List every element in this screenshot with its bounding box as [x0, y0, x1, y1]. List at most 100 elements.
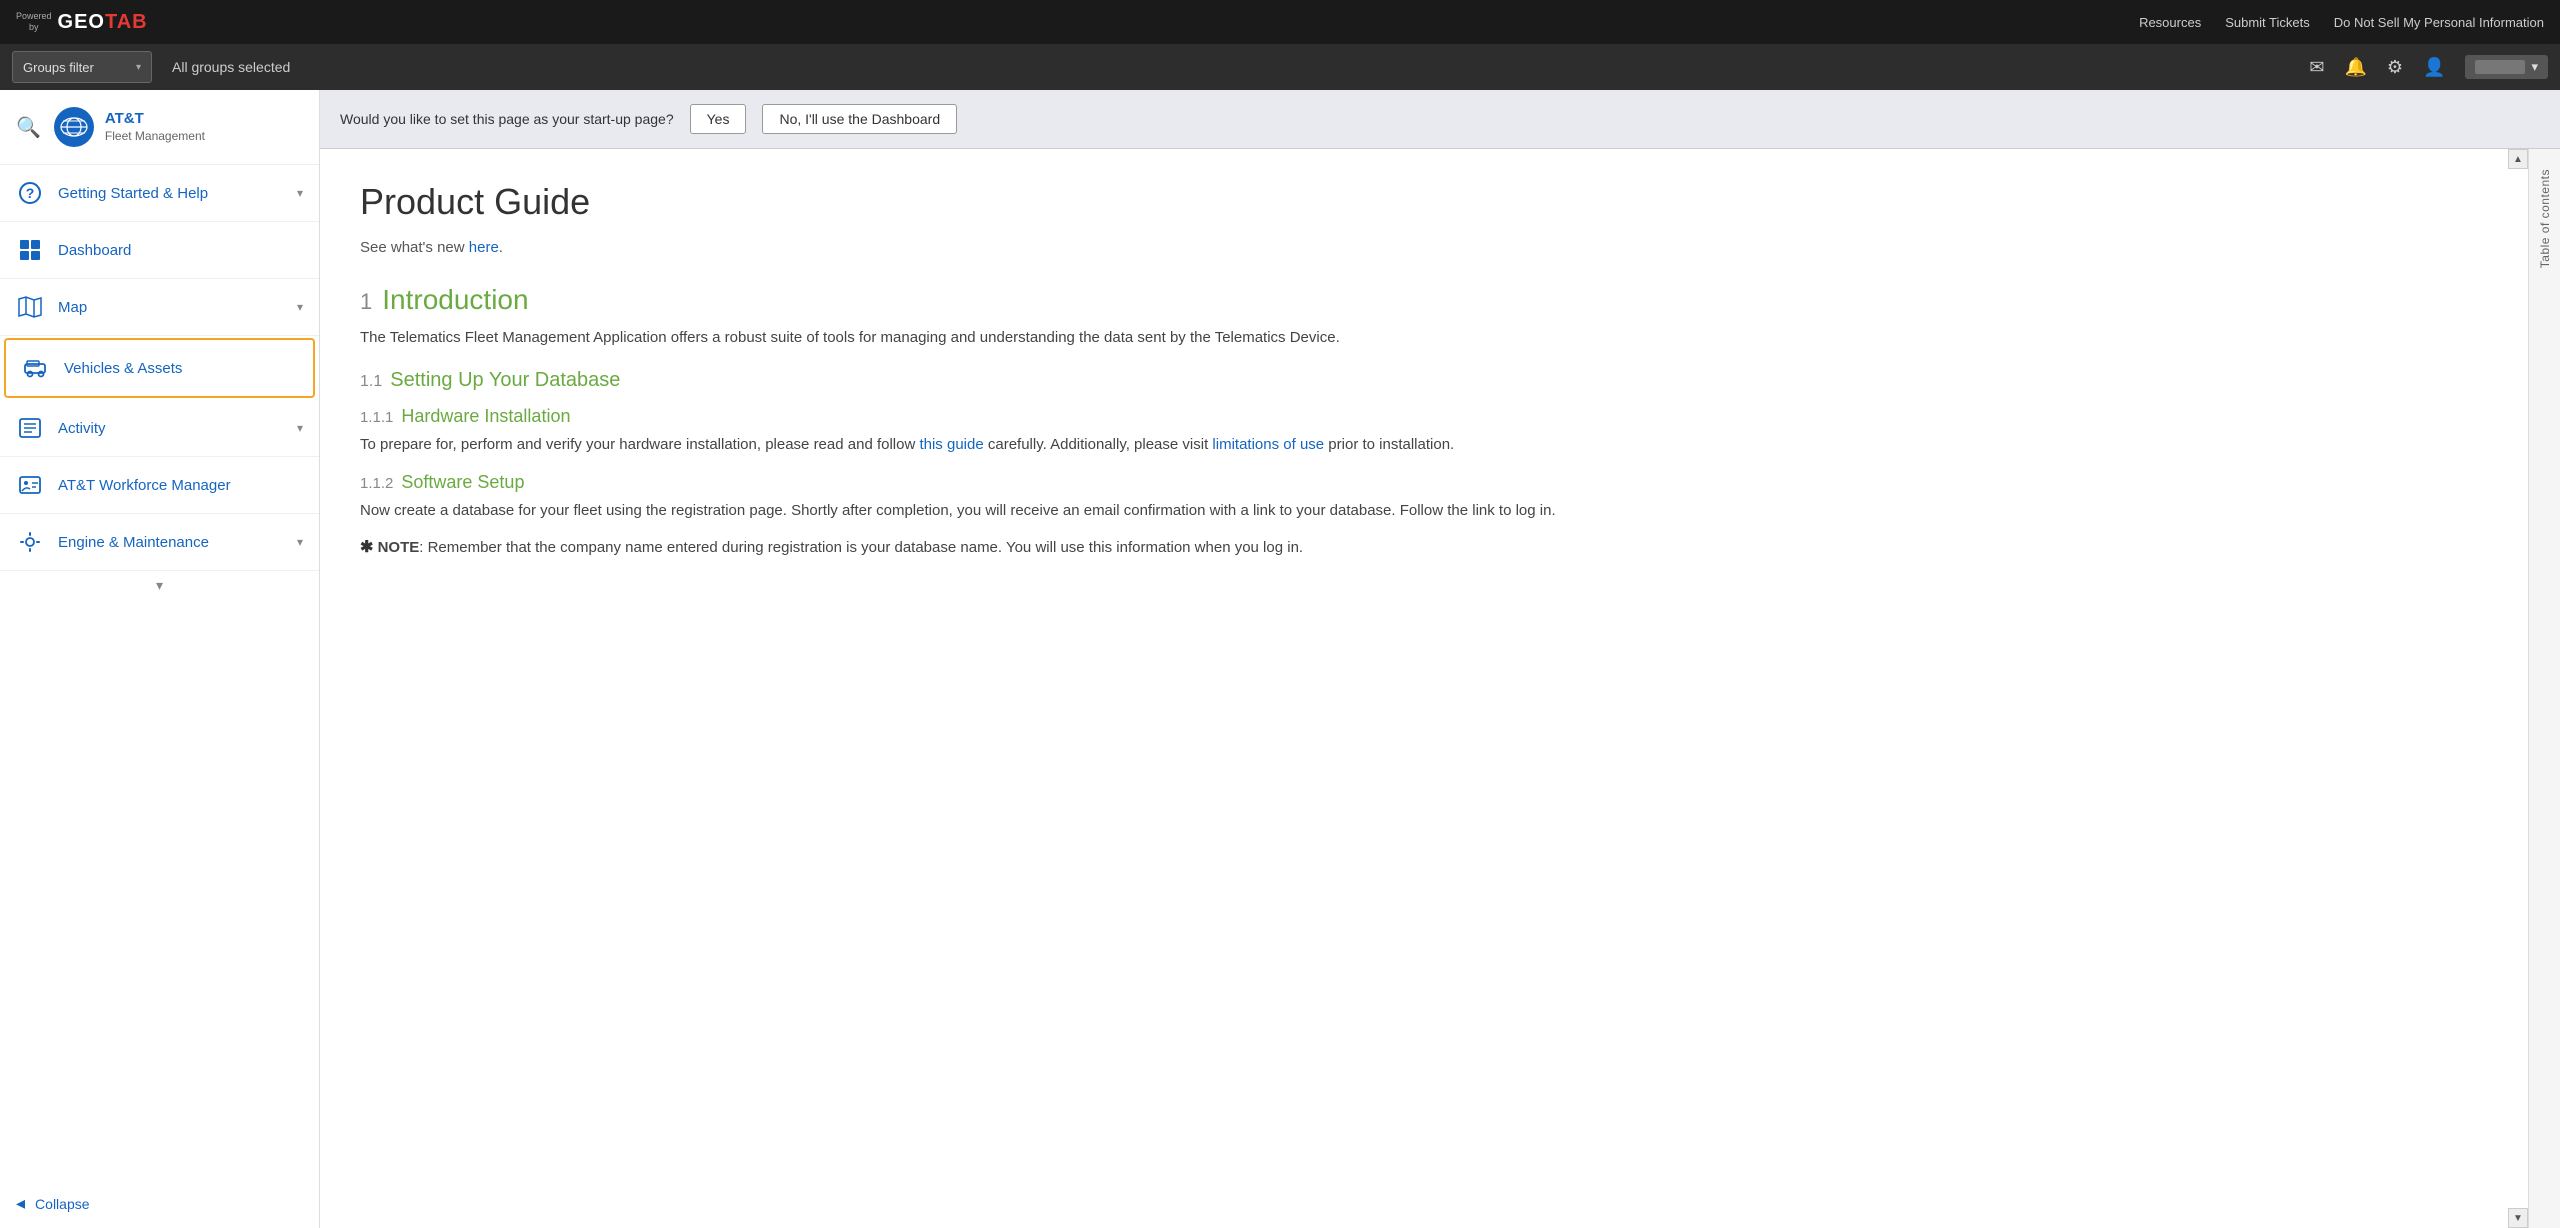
doc-note: ✱ NOTE: Remember that the company name e…	[360, 535, 2488, 561]
svg-text:?: ?	[26, 185, 35, 201]
user-dropdown-arrow: ▾	[2531, 59, 2538, 75]
sub-subsection-1-1-1-heading: 1.1.1 Hardware Installation	[360, 406, 2488, 427]
att-workforce-label: AT&T Workforce Manager	[58, 477, 303, 494]
sidebar-item-activity[interactable]: Activity ▾	[0, 400, 319, 457]
search-button[interactable]: 🔍	[16, 115, 41, 140]
toc-sidebar[interactable]: Table of contents	[2528, 149, 2560, 1228]
vehicles-assets-icon	[22, 354, 50, 382]
doc-scroll-down[interactable]: ▼	[2508, 1208, 2528, 1228]
getting-started-icon: ?	[16, 179, 44, 207]
sidebar-scroll-down[interactable]: ▾	[0, 571, 319, 600]
doc-subtitle: See what's new here.	[360, 239, 2488, 256]
doc-scroll-up[interactable]: ▲	[2508, 149, 2528, 169]
groups-filter-label: Groups filter	[23, 60, 94, 75]
logo-area: Powered by GEOTAB	[16, 11, 148, 34]
subsection-1-1-heading: 1.1 Setting Up Your Database	[360, 369, 2488, 392]
note-star: ✱	[360, 539, 373, 556]
startup-banner: Would you like to set this page as your …	[320, 90, 2560, 149]
doc-content: Product Guide See what's new here. 1 Int…	[320, 149, 2528, 1228]
sub-subsection-1-1-2-num: 1.1.2	[360, 475, 393, 492]
section-1-body: The Telematics Fleet Management Applicat…	[360, 326, 2488, 351]
map-chevron: ▾	[297, 300, 303, 314]
activity-icon	[16, 414, 44, 442]
sidebar-item-att-workforce[interactable]: AT&T Workforce Manager	[0, 457, 319, 514]
sidebar: 🔍 AT&T Fleet Management	[0, 90, 320, 1228]
sidebar-item-map[interactable]: Map ▾	[0, 279, 319, 336]
engine-maintenance-label: Engine & Maintenance	[58, 534, 283, 551]
logo-wordmark: GEOTAB	[58, 11, 148, 34]
geotab-logo: Powered by GEOTAB	[16, 11, 148, 34]
yes-button[interactable]: Yes	[690, 104, 747, 134]
activity-chevron: ▾	[297, 421, 303, 435]
section-1-num: 1	[360, 289, 372, 315]
sub-subsection-1-1-1-body: To prepare for, perform and verify your …	[360, 433, 2488, 458]
doc-container: ▲ Product Guide See what's new here. 1 I…	[320, 149, 2560, 1228]
activity-label: Activity	[58, 420, 283, 437]
groups-filter-button[interactable]: Groups filter ▾	[12, 51, 152, 83]
brand-logo: AT&T Fleet Management	[53, 106, 205, 148]
sidebar-item-getting-started[interactable]: ? Getting Started & Help ▾	[0, 165, 319, 222]
engine-maintenance-icon	[16, 528, 44, 556]
mail-icon[interactable]: ✉	[2309, 57, 2324, 78]
sidebar-item-vehicles-assets[interactable]: Vehicles & Assets	[4, 338, 315, 398]
collapse-icon: ◂	[16, 1193, 25, 1214]
scroll-down-arrow: ▾	[156, 577, 163, 594]
groups-filter-arrow: ▾	[136, 62, 141, 73]
startup-question: Would you like to set this page as your …	[340, 111, 674, 127]
section-1-title: Introduction	[382, 284, 528, 316]
resources-link[interactable]: Resources	[2139, 15, 2201, 30]
doc-title: Product Guide	[360, 181, 2488, 223]
sub-subsection-1-1-2-heading: 1.1.2 Software Setup	[360, 472, 2488, 493]
content-area: Would you like to set this page as your …	[320, 90, 2560, 1228]
this-guide-link[interactable]: this guide	[919, 436, 983, 453]
map-icon	[16, 293, 44, 321]
logo-tab-text: TAB	[105, 11, 148, 34]
brand-name1: AT&T	[105, 109, 205, 129]
collapse-label: Collapse	[35, 1196, 89, 1212]
top-bar-links: Resources Submit Tickets Do Not Sell My …	[2139, 15, 2544, 30]
doc-subtitle-text: See what's new	[360, 239, 469, 256]
limitations-of-use-link[interactable]: limitations of use	[1212, 436, 1324, 453]
doc-subtitle-period: .	[499, 239, 503, 256]
dashboard-label: Dashboard	[58, 242, 303, 259]
att-logo-icon	[53, 106, 95, 148]
subsection-1-1-num: 1.1	[360, 373, 382, 391]
no-dashboard-button[interactable]: No, I'll use the Dashboard	[762, 104, 957, 134]
hw-body-middle: carefully. Additionally, please visit	[984, 436, 1213, 453]
hw-body-after: prior to installation.	[1324, 436, 1454, 453]
engine-maintenance-chevron: ▾	[297, 535, 303, 549]
top-action-icons: ✉ 🔔 ⚙ 👤 ▾	[2309, 55, 2548, 79]
sidebar-item-dashboard[interactable]: Dashboard	[0, 222, 319, 279]
vehicles-assets-label: Vehicles & Assets	[64, 360, 297, 377]
top-bar: Powered by GEOTAB Resources Submit Ticke…	[0, 0, 2560, 44]
do-not-sell-link[interactable]: Do Not Sell My Personal Information	[2334, 15, 2544, 30]
sub-subsection-1-1-2-body: Now create a database for your fleet usi…	[360, 499, 2488, 524]
note-text: : Remember that the company name entered…	[419, 539, 1303, 556]
user-dropdown[interactable]: ▾	[2465, 55, 2548, 79]
getting-started-label: Getting Started & Help	[58, 185, 283, 202]
brand-name2: Fleet Management	[105, 129, 205, 145]
toc-label: Table of contents	[2538, 169, 2552, 268]
settings-icon[interactable]: ⚙	[2387, 57, 2403, 78]
doc-subtitle-link[interactable]: here	[469, 239, 499, 256]
user-icon[interactable]: 👤	[2423, 57, 2445, 78]
sidebar-header: 🔍 AT&T Fleet Management	[0, 90, 319, 165]
dashboard-icon	[16, 236, 44, 264]
all-groups-selected-text: All groups selected	[172, 59, 290, 75]
hw-body-before: To prepare for, perform and verify your …	[360, 436, 919, 453]
main-layout: 🔍 AT&T Fleet Management	[0, 90, 2560, 1228]
sub-subsection-1-1-2-title: Software Setup	[401, 472, 524, 493]
brand-name-text: AT&T Fleet Management	[105, 109, 205, 144]
att-workforce-icon	[16, 471, 44, 499]
getting-started-chevron: ▾	[297, 186, 303, 200]
powered-by-text: Powered by	[16, 11, 52, 33]
sub-subsection-1-1-1-num: 1.1.1	[360, 409, 393, 426]
logo-geo-text: GEO	[58, 11, 105, 34]
submit-tickets-link[interactable]: Submit Tickets	[2225, 15, 2310, 30]
second-bar: Groups filter ▾ All groups selected ✉ 🔔 …	[0, 44, 2560, 90]
notifications-icon[interactable]: 🔔	[2344, 57, 2366, 78]
sidebar-item-engine-maintenance[interactable]: Engine & Maintenance ▾	[0, 514, 319, 571]
subsection-1-1-title: Setting Up Your Database	[390, 369, 620, 392]
sidebar-collapse-item[interactable]: ◂ Collapse	[0, 1179, 319, 1228]
sub-subsection-1-1-1-title: Hardware Installation	[401, 406, 570, 427]
